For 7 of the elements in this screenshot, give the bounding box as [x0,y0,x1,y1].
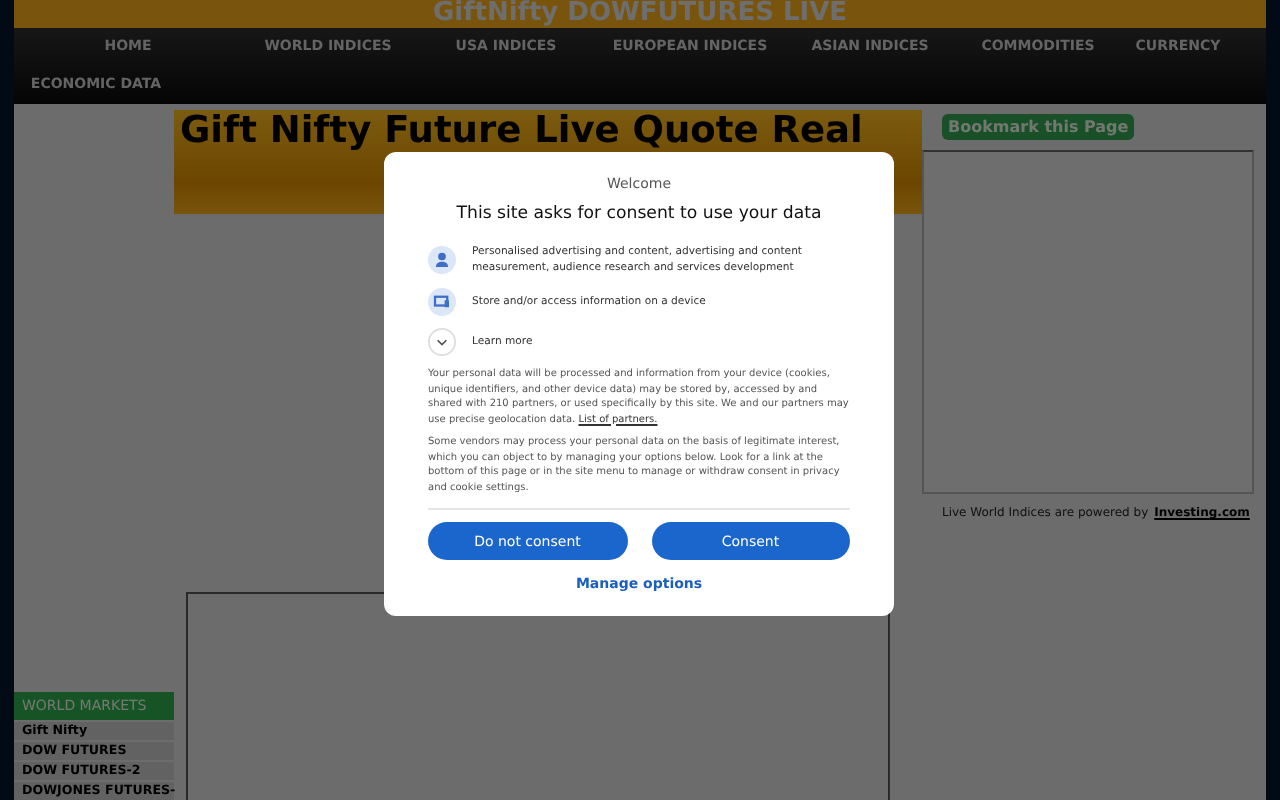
bookmark-button[interactable]: Bookmark this Page [942,114,1135,140]
chevron-down-icon[interactable] [428,328,456,356]
person-icon [428,246,456,274]
site-title: GiftNifty DOWFUTURES LIVE [432,0,848,28]
device-icon [428,288,456,316]
dialog-title: This site asks for consent to use your data [454,204,824,224]
headline: Gift Nifty Future Live Quote Real [178,110,865,150]
